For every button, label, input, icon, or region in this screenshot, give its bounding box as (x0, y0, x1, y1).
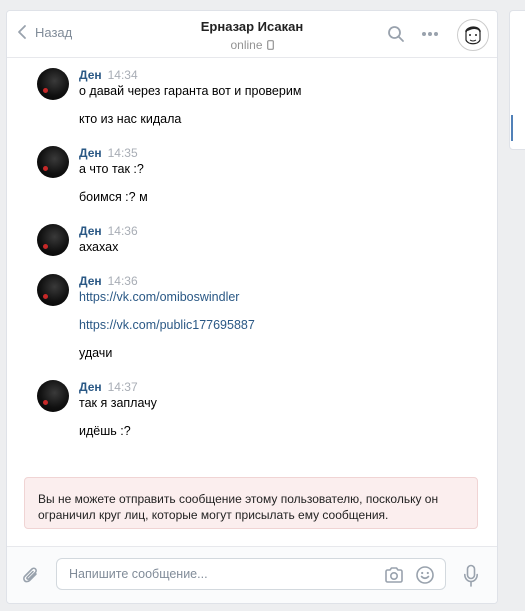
mobile-icon (266, 40, 274, 50)
attach-icon[interactable] (21, 565, 41, 587)
message-meta: Ден 14:37 (79, 380, 138, 394)
message-text: кто из нас кидала (79, 112, 182, 126)
message-history[interactable]: Ден 14:34 о давай через гаранта вот и про… (7, 58, 497, 474)
contact-avatar-icon (465, 26, 481, 45)
more-options-icon[interactable] (421, 31, 439, 37)
sender-name[interactable]: Ден (79, 274, 102, 288)
message-text: удачи (79, 346, 113, 360)
message-time: 14:36 (107, 274, 138, 288)
message-meta: Ден 14:35 (79, 146, 138, 160)
sender-avatar[interactable] (37, 380, 69, 412)
contact-avatar[interactable] (457, 19, 489, 51)
message-time: 14:37 (107, 380, 138, 394)
message-text: о давай через гаранта вот и проверим (79, 84, 302, 98)
online-status: online (7, 38, 497, 52)
message-text: ахахах (79, 240, 119, 254)
message-meta: Ден 14:34 (79, 68, 138, 82)
sender-name[interactable]: Ден (79, 68, 102, 82)
microphone-icon[interactable] (463, 564, 479, 588)
search-icon[interactable] (387, 25, 405, 43)
sender-avatar[interactable] (37, 224, 69, 256)
message-meta: Ден 14:36 (79, 224, 138, 238)
sender-name[interactable]: Ден (79, 146, 102, 160)
chat-window: Назад Ерназар Исакан online Ден 14:34 о … (6, 10, 498, 604)
message-link[interactable]: https://vk.com/omiboswindler (79, 290, 239, 304)
message-composer (7, 546, 497, 603)
status-text: online (230, 38, 263, 52)
message-time: 14:35 (107, 146, 138, 160)
message-link[interactable]: https://vk.com/public177695887 (79, 318, 255, 332)
message-text: боимся :? м (79, 190, 148, 204)
right-side-panel (509, 10, 525, 150)
message-input-box[interactable] (56, 558, 446, 590)
emoji-icon[interactable] (415, 565, 435, 585)
message-text: так я заплачу (79, 396, 157, 410)
message-input[interactable] (67, 566, 371, 582)
message-text: а что так :? (79, 162, 144, 176)
sender-avatar[interactable] (37, 68, 69, 100)
sender-name[interactable]: Ден (79, 224, 102, 238)
camera-icon[interactable] (384, 566, 404, 584)
active-indicator (511, 115, 513, 141)
message-time: 14:34 (107, 68, 138, 82)
message-text: идёшь :? (79, 424, 131, 438)
cannot-message-warning: Вы не можете отправить сообщение этому п… (24, 477, 478, 529)
sender-avatar[interactable] (37, 146, 69, 178)
sender-avatar[interactable] (37, 274, 69, 306)
message-time: 14:36 (107, 224, 138, 238)
message-meta: Ден 14:36 (79, 274, 138, 288)
chat-header: Назад Ерназар Исакан online (7, 11, 497, 58)
sender-name[interactable]: Ден (79, 380, 102, 394)
